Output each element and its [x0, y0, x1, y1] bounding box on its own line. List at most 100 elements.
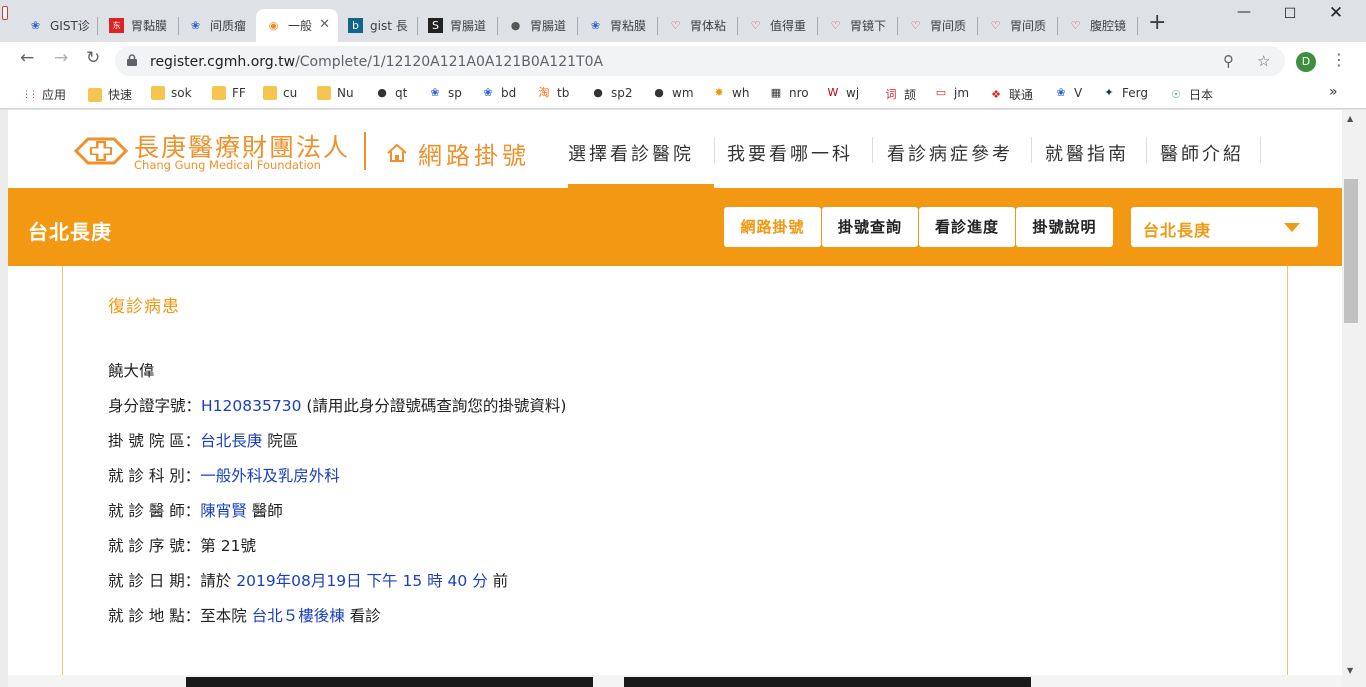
subnav-visit-progress[interactable]: 看診進度	[919, 207, 1015, 247]
bookmark-label: wm	[672, 86, 694, 100]
pinwheel-icon: ✸	[714, 86, 724, 99]
chang-gung-logo-icon	[74, 137, 128, 165]
bookmark-item[interactable]: 词颉	[884, 86, 917, 103]
close-tab-icon[interactable]: ✕	[319, 17, 330, 32]
department-value: 一般外科及乳房外科	[200, 467, 340, 485]
browser-tab[interactable]: ♡ 胃体粘	[658, 9, 736, 42]
bookmark-item[interactable]: FF	[212, 86, 246, 100]
browser-tab[interactable]: ♡ 腹腔镜	[1058, 9, 1136, 42]
doctor-label: 就 診 醫 師：	[108, 502, 201, 520]
nav-medical-guide[interactable]: 就醫指南	[1045, 140, 1129, 166]
w-icon: W	[827, 86, 839, 99]
tab-label: 值得重	[770, 19, 807, 33]
bookmark-item[interactable]: 淘 tb	[537, 86, 570, 100]
maximize-button[interactable]: ☐	[1267, 6, 1313, 22]
ferg-icon: ✦	[1104, 86, 1114, 99]
bookmark-label: FF	[232, 86, 246, 100]
bookmark-item[interactable]: Wwj	[826, 86, 860, 100]
patient-name: 饒大偉	[108, 362, 155, 380]
nav-which-department[interactable]: 我要看哪一科	[727, 140, 853, 166]
bookmark-item[interactable]: ✸ wh	[712, 86, 749, 100]
star-icon[interactable]: ☆	[1257, 52, 1270, 70]
profile-avatar[interactable]: D	[1296, 52, 1316, 72]
branch-select[interactable]: 台北長庚	[1131, 207, 1318, 247]
browser-tab[interactable]: ♡ 胃镜下	[818, 9, 896, 42]
bookmark-item[interactable]: 快速	[88, 86, 132, 103]
new-tab-button[interactable]: +	[1148, 12, 1166, 34]
browser-tab[interactable]: b gist 長	[338, 9, 416, 42]
paw-icon: ❀	[1056, 86, 1066, 99]
bookmark-label: 日本	[1189, 88, 1214, 102]
bookmark-item[interactable]: ● qt	[375, 86, 407, 100]
chrome-icon: ☉	[1171, 87, 1181, 101]
paw-icon: ❀	[483, 86, 493, 99]
bookmark-item[interactable]: ❀ V	[1054, 86, 1082, 100]
browser-tab[interactable]: ❀ 间质瘤	[178, 9, 256, 42]
browser-tab[interactable]: ❀ GIST诊	[18, 9, 96, 42]
browser-tab[interactable]: ♡ 胃间质	[978, 9, 1056, 42]
more-bookmarks-icon[interactable]: »	[1329, 84, 1338, 100]
browser-tab[interactable]: S 胃腸道	[418, 9, 496, 42]
bookmark-item[interactable]: Nu	[317, 86, 354, 100]
bookmark-item[interactable]: ❀ sp	[428, 86, 461, 100]
site-header: 長庚醫療財團法人 Chang Gung Medical Foundation 網…	[8, 110, 1342, 188]
bookmark-item[interactable]: ☉ 日本	[1169, 86, 1213, 103]
scroll-down-icon[interactable]: ▼	[1347, 666, 1353, 675]
jm-icon: ▭	[935, 86, 947, 99]
bookmark-item[interactable]: ❀ bd	[481, 86, 516, 100]
subnav-registration-query[interactable]: 掛號查詢	[822, 207, 918, 247]
subnav-online-registration[interactable]: 網路掛號	[724, 207, 821, 247]
branch-bar: 台北長庚 網路掛號 掛號查詢 看診進度 掛號說明 台北長庚	[8, 188, 1342, 266]
s-icon: S	[428, 18, 443, 33]
bookmark-item[interactable]: ▭ jm	[934, 86, 969, 100]
tab-label: 一般	[288, 19, 313, 33]
folder-icon	[212, 86, 226, 100]
tab-label: gist 長	[370, 19, 408, 33]
browser-tab[interactable]: ♡ 值得重	[738, 9, 816, 42]
hospital-row: 掛 號 院 區：台北長庚 院區	[108, 429, 298, 451]
address-bar[interactable]: register.cgmh.org.tw/Complete/1/12120A12…	[115, 46, 1285, 76]
bookmark-item[interactable]: ⋮⋮ 应用	[22, 86, 66, 103]
bookmark-label: 快速	[108, 88, 133, 102]
bookmark-item[interactable]: ▦ nro	[769, 86, 809, 100]
bookmark-item[interactable]: ● wm	[652, 86, 694, 100]
sequence-row: 就 診 序 號：第 21號	[108, 534, 256, 556]
bookmark-item[interactable]: sok	[151, 86, 192, 100]
location-row: 就 診 地 點：至本院 台北５樓後棟 看診	[108, 604, 381, 626]
globe-icon: ●	[510, 19, 521, 32]
online-registration-title[interactable]: 網路掛號	[418, 136, 530, 171]
sequence-label: 就 診 序 號：	[108, 537, 201, 555]
scroll-up-icon[interactable]: ▲	[1347, 114, 1353, 123]
bing-icon: b	[348, 18, 363, 33]
reload-button[interactable]: ↻	[86, 50, 100, 67]
browser-tab[interactable]: ♡ 胃间质	[898, 9, 976, 42]
browser-tab[interactable]: ❀ 胃粘膜	[578, 9, 656, 42]
bookmark-item[interactable]: ● sp2	[591, 86, 632, 100]
browser-tab[interactable]: ● 胃腸道	[498, 9, 576, 42]
tab-label: 胃镜下	[850, 19, 887, 33]
browser-tab[interactable]: 东胃黏膜	[99, 9, 177, 42]
bookmark-item[interactable]: cu	[263, 86, 297, 100]
close-window-button[interactable]: ✕	[1313, 3, 1359, 23]
scrollbar-thumb[interactable]	[1344, 179, 1358, 323]
bookmark-item[interactable]: ❖ 联通	[989, 86, 1033, 103]
zoom-icon[interactable]: ⚲	[1223, 52, 1234, 70]
menu-icon[interactable]: ⋮	[1331, 50, 1347, 69]
date-row: 就 診 日 期：請於 2019年08月19日 下午 15 時 40 分 前	[108, 569, 508, 591]
apps-grid-icon: ⋮⋮	[22, 89, 38, 100]
nav-symptom-reference[interactable]: 看診病症參考	[887, 140, 1013, 166]
heart-icon: ♡	[990, 19, 1001, 32]
nav-doctor-intro[interactable]: 醫師介紹	[1160, 140, 1244, 166]
bookmark-label: Nu	[337, 86, 354, 100]
registration-result-card: 復診病患 饒大偉 身分證字號：H120835730 (請用此身分證號碼查詢您的掛…	[62, 266, 1288, 687]
date-suffix: 前	[487, 572, 509, 590]
back-button[interactable]: ←	[20, 50, 34, 67]
forward-button[interactable]: →	[54, 50, 68, 67]
bookmark-item[interactable]: ✦ Ferg	[1102, 86, 1148, 100]
bookmark-label: cu	[283, 86, 298, 100]
browser-tab[interactable]: ◉ 一般 ✕	[256, 9, 338, 42]
minimize-button[interactable]: —	[1221, 4, 1267, 20]
nav-choose-hospital[interactable]: 選擇看診醫院	[568, 140, 694, 166]
paw-icon: ❀	[30, 19, 41, 32]
subnav-registration-help[interactable]: 掛號說明	[1016, 207, 1113, 247]
